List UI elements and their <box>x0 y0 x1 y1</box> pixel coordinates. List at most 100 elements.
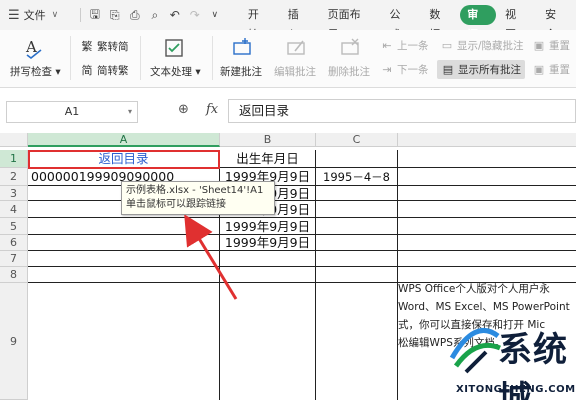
column-header-c[interactable]: C <box>316 133 398 147</box>
traditional-to-simplified-button[interactable]: 繁 繁转简 <box>80 38 129 54</box>
text-process-label: 文本处理 <box>150 66 192 78</box>
chevron-down-icon: ∨ <box>51 10 59 20</box>
new-comment-button[interactable]: 新建批注 <box>220 64 262 79</box>
row-header-9[interactable]: 9 <box>0 283 28 400</box>
comment-icon: ▭ <box>441 39 453 52</box>
prev-comment-button: ⇤ 上一条 <box>380 38 429 53</box>
highlight-box <box>28 150 220 169</box>
cell-d7[interactable] <box>398 251 576 267</box>
cell-d4[interactable] <box>398 201 576 218</box>
tab-security[interactable]: 安全 <box>536 5 576 41</box>
redo-icon[interactable]: ↷ <box>185 8 205 22</box>
cell-d9-line: Word、MS Excel、MS PowerPoint <box>398 301 570 313</box>
new-comment-icon[interactable] <box>230 36 254 60</box>
column-header-b[interactable]: B <box>220 133 316 147</box>
divider <box>79 8 81 22</box>
cell-c3[interactable] <box>316 186 398 201</box>
undo-icon[interactable]: ↶ <box>165 8 185 22</box>
tab-home[interactable]: 开始 <box>239 5 279 41</box>
row-header-6[interactable]: 6 <box>0 235 28 251</box>
text-process-icon[interactable] <box>162 36 186 60</box>
cell-c6[interactable] <box>316 235 398 251</box>
select-all-corner[interactable] <box>0 133 28 147</box>
print-icon[interactable]: ⎙ <box>125 8 145 23</box>
cell-c7[interactable] <box>316 251 398 267</box>
reset-label: 重置 <box>549 40 570 52</box>
export-icon[interactable]: ⎘ <box>105 8 125 23</box>
watermark-logo-icon <box>449 327 501 374</box>
tooltip-link-target: 示例表格.xlsx - 'Sheet14'!A1 <box>126 185 264 196</box>
cell-d6[interactable] <box>398 235 576 251</box>
spellcheck-label: 拼写检查 <box>10 66 52 78</box>
reset-icon: ▣ <box>533 39 545 52</box>
cell-d5[interactable] <box>398 218 576 235</box>
tab-formulas[interactable]: 公式 <box>380 5 420 41</box>
divider <box>70 36 71 80</box>
row-header-5[interactable]: 5 <box>0 218 28 235</box>
divider <box>140 36 141 80</box>
text-process-button[interactable]: 文本处理 ▾ <box>150 64 201 79</box>
save-icon[interactable]: 🖫 <box>85 5 105 26</box>
tab-page-layout[interactable]: 页面布局 <box>319 5 381 41</box>
spellcheck-button[interactable]: 拼写检查 ▾ <box>10 64 61 79</box>
row-header-4[interactable]: 4 <box>0 201 28 218</box>
tab-data[interactable]: 数据 <box>420 5 460 41</box>
print-preview-icon[interactable]: ⌕ <box>145 8 165 23</box>
tooltip-hint: 单击鼠标可以跟踪链接 <box>126 199 226 210</box>
show-all-comments-button[interactable]: ▤ 显示所有批注 <box>437 60 525 79</box>
chevron-down-icon[interactable]: ▾ <box>128 102 132 122</box>
delete-comment-icon <box>338 36 362 60</box>
cell-c8[interactable] <box>316 267 398 283</box>
hyperlink-tooltip: 示例表格.xlsx - 'Sheet14'!A1 单击鼠标可以跟踪链接 <box>121 181 275 215</box>
edit-comment-button: 编辑批注 <box>274 66 316 78</box>
fx-icon[interactable]: fx <box>206 102 218 117</box>
row-header-3[interactable]: 3 <box>0 186 28 201</box>
next-icon: ⇥ <box>382 63 392 76</box>
cell-d3[interactable] <box>398 186 576 201</box>
name-box[interactable]: A1 ▾ <box>6 101 138 123</box>
formula-input[interactable]: 返回目录 <box>228 99 576 123</box>
cell-c1[interactable] <box>316 150 398 168</box>
row-header-1[interactable]: 1 <box>0 150 28 168</box>
prev-comment-label: 上一条 <box>397 40 429 52</box>
row-header-7[interactable]: 7 <box>0 251 28 267</box>
annotation-arrow <box>184 215 238 300</box>
simplified-to-traditional-button[interactable]: 简 简转繁 <box>80 62 129 78</box>
column-header-a[interactable]: A <box>28 133 220 147</box>
row-header-8[interactable]: 8 <box>0 267 28 283</box>
more-icon[interactable]: ∨ <box>205 10 225 20</box>
show-all-comments-label: 显示所有批注 <box>458 64 521 76</box>
cell-c9[interactable] <box>316 283 398 400</box>
name-box-value: A1 <box>64 105 80 118</box>
cell-d1[interactable] <box>398 150 576 168</box>
spellcheck-icon[interactable]: A <box>22 36 46 60</box>
simplified-to-traditional-label: 简转繁 <box>97 64 129 77</box>
next-comment-button: ⇥ 下一条 <box>380 62 429 77</box>
ribbon-tabs: 开始 插入 页面布局 公式 数据 审阅 视图 安全 <box>239 5 576 41</box>
cell-c2[interactable]: 1995－4－8 <box>316 168 398 186</box>
row-header-2[interactable]: 2 <box>0 168 28 186</box>
file-menu[interactable]: ☰ 文件 ∨ <box>0 7 76 23</box>
cell-b1[interactable]: 出生年月日 <box>220 150 316 168</box>
convert-icon: 简 <box>81 64 93 77</box>
tab-review[interactable]: 审阅 <box>460 5 497 41</box>
show-hide-comment-button: ▭ 显示/隐藏批注 <box>440 38 524 53</box>
tab-view[interactable]: 视图 <box>496 5 536 41</box>
file-menu-label: 文件 <box>23 9 46 22</box>
traditional-to-simplified-label: 繁转简 <box>97 40 129 53</box>
cell-c5[interactable] <box>316 218 398 235</box>
cell-c4[interactable] <box>316 201 398 218</box>
cell-d2[interactable] <box>398 168 576 186</box>
column-header-d[interactable] <box>398 133 576 147</box>
quick-access-toolbar: 🖫 ⎘ ⎙ ⌕ ↶ ↷ ∨ <box>76 5 225 26</box>
tab-insert[interactable]: 插入 <box>279 5 319 41</box>
watermark-url: XITONGCHENG.COM <box>456 384 576 395</box>
next-comment-label: 下一条 <box>397 64 429 76</box>
reset-button-2: ▣ 重置 <box>532 62 570 77</box>
delete-comment-button: 删除批注 <box>328 66 370 78</box>
hamburger-icon: ☰ <box>8 7 20 23</box>
zoom-icon[interactable]: ⊕ <box>178 102 189 117</box>
cell-d9-line: WPS Office个人版对个人用户永 <box>398 283 550 295</box>
formula-bar: A1 ▾ ⊕ fx 返回目录 <box>0 97 576 127</box>
ribbon-review: A 拼写检查 ▾ 繁 繁转简 简 简转繁 文本处理 ▾ 新建批注 编辑批注 删除… <box>0 30 576 88</box>
